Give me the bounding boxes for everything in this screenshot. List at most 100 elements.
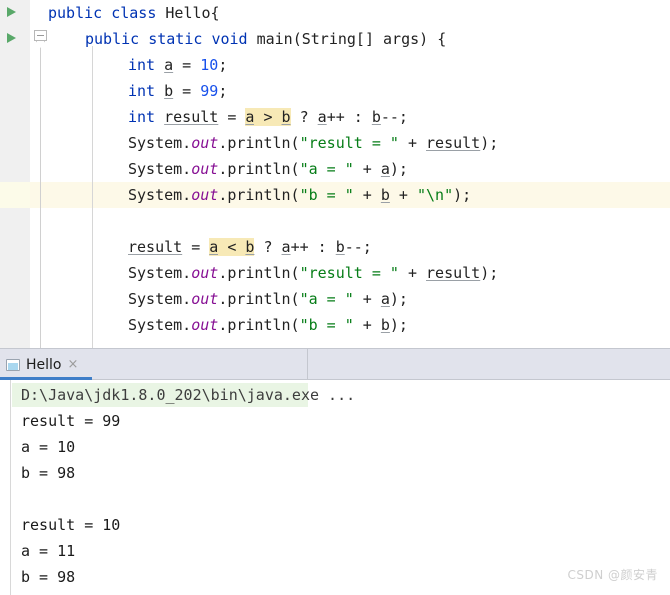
code-token: ; xyxy=(218,82,228,100)
console-output[interactable]: D:\Java\jdk1.8.0_202\bin\java.exe ... res… xyxy=(0,380,670,595)
code-token: = xyxy=(173,56,201,74)
code-token: out xyxy=(191,290,219,308)
code-line[interactable]: System.out.println("result = " + result)… xyxy=(128,260,498,286)
code-token: out xyxy=(191,160,219,178)
tabbar-divider xyxy=(307,349,308,380)
code-token: b xyxy=(380,186,390,204)
console-tab-bar: Hello × xyxy=(0,348,670,380)
code-editor[interactable]: public class Hello{public static void ma… xyxy=(0,0,670,348)
code-token: b xyxy=(380,316,390,334)
code-token: = xyxy=(182,238,210,256)
code-line[interactable]: System.out.println("b = " + b + "\n"); xyxy=(128,182,471,208)
code-fold-collapse-icon[interactable] xyxy=(34,30,47,41)
code-line[interactable]: int b = 99; xyxy=(128,78,227,104)
code-token: out xyxy=(191,134,219,152)
code-token: b xyxy=(281,108,291,126)
code-token: "\n" xyxy=(417,186,454,204)
editor-gutter[interactable] xyxy=(0,0,30,348)
code-token: b xyxy=(371,108,381,126)
code-fold-line[interactable] xyxy=(40,46,41,348)
code-line[interactable]: System.out.println("a = " + a); xyxy=(128,156,408,182)
code-line[interactable]: result = a < b ? a++ : b--; xyxy=(128,234,372,260)
console-output-line: result = 10 xyxy=(21,516,121,534)
code-line[interactable]: System.out.println("b = " + b); xyxy=(128,312,408,338)
code-token: main xyxy=(256,30,293,48)
run-console-panel: Hello × D:\Java\jdk1.8.0_202\bin\java.ex… xyxy=(0,348,670,595)
code-token: ); xyxy=(389,316,408,334)
code-token: "a = " xyxy=(299,290,354,308)
code-token: out xyxy=(191,264,219,282)
code-token: ); xyxy=(389,290,408,308)
code-line[interactable]: int result = a > b ? a++ : b--; xyxy=(128,104,408,130)
code-token: result xyxy=(164,108,219,126)
watermark: CSDN @颜安青 xyxy=(567,568,658,582)
code-line[interactable]: int a = 10; xyxy=(128,52,227,78)
code-token: .println( xyxy=(218,186,300,204)
code-token: "result = " xyxy=(299,134,399,152)
code-token: ? xyxy=(254,238,282,256)
console-icon xyxy=(6,358,20,371)
code-token: ); xyxy=(480,134,499,152)
editor-fold-gutter[interactable] xyxy=(30,0,48,348)
code-token: .println( xyxy=(218,134,300,152)
code-line[interactable]: System.out.println("a = " + a); xyxy=(128,286,408,312)
code-line[interactable]: public class Hello{ xyxy=(48,0,220,26)
code-token: void xyxy=(211,30,248,48)
indent-guide xyxy=(92,46,93,348)
code-token: ++ : xyxy=(326,108,372,126)
code-token: + xyxy=(353,290,381,308)
code-token: .println( xyxy=(218,290,300,308)
code-token: .println( xyxy=(218,316,300,334)
console-output-line: b = 98 xyxy=(21,568,76,586)
code-token: a xyxy=(164,56,174,74)
code-token: static xyxy=(148,30,203,48)
code-token: System. xyxy=(128,186,192,204)
console-output-line: a = 10 xyxy=(21,438,76,456)
code-token: out xyxy=(191,316,219,334)
console-tab-hello[interactable]: Hello × xyxy=(0,349,92,380)
console-command-line: D:\Java\jdk1.8.0_202\bin\java.exe ... xyxy=(21,386,356,404)
code-line[interactable]: public static void main(String[] args) { xyxy=(85,26,446,52)
close-icon[interactable]: × xyxy=(68,358,79,371)
code-token: int xyxy=(128,56,156,74)
code-token: a xyxy=(380,290,390,308)
console-left-rule xyxy=(10,380,11,595)
code-token: result xyxy=(128,238,183,256)
code-token: = xyxy=(173,82,201,100)
run-main-marker[interactable] xyxy=(7,33,16,43)
code-token: out xyxy=(191,186,219,204)
console-tab-label: Hello xyxy=(26,356,62,373)
code-token: (String[] args) { xyxy=(292,30,447,48)
current-line-gutter-highlight xyxy=(0,182,30,208)
code-token: a xyxy=(380,160,390,178)
code-token: --; xyxy=(344,238,372,256)
code-token: .println( xyxy=(218,264,300,282)
run-class-marker[interactable] xyxy=(7,7,16,17)
code-token: ++ : xyxy=(290,238,336,256)
code-token: + xyxy=(353,186,381,204)
code-token: System. xyxy=(128,160,192,178)
console-output-line: result = 99 xyxy=(21,412,121,430)
code-token: + xyxy=(353,160,381,178)
code-token: public xyxy=(85,30,140,48)
code-line[interactable]: System.out.println("result = " + result)… xyxy=(128,130,498,156)
code-token: public xyxy=(48,4,103,22)
code-token: System. xyxy=(128,290,192,308)
code-token: ); xyxy=(389,160,408,178)
code-token: ; xyxy=(218,56,228,74)
code-token: ); xyxy=(453,186,472,204)
code-token: a xyxy=(317,108,327,126)
code-token: "result = " xyxy=(299,264,399,282)
code-token: 10 xyxy=(200,56,219,74)
code-token: int xyxy=(128,82,156,100)
console-output-line: b = 98 xyxy=(21,464,76,482)
code-token: + xyxy=(353,316,381,334)
code-token: result xyxy=(426,134,481,152)
code-token: + xyxy=(398,134,427,152)
code-token: .println( xyxy=(218,160,300,178)
